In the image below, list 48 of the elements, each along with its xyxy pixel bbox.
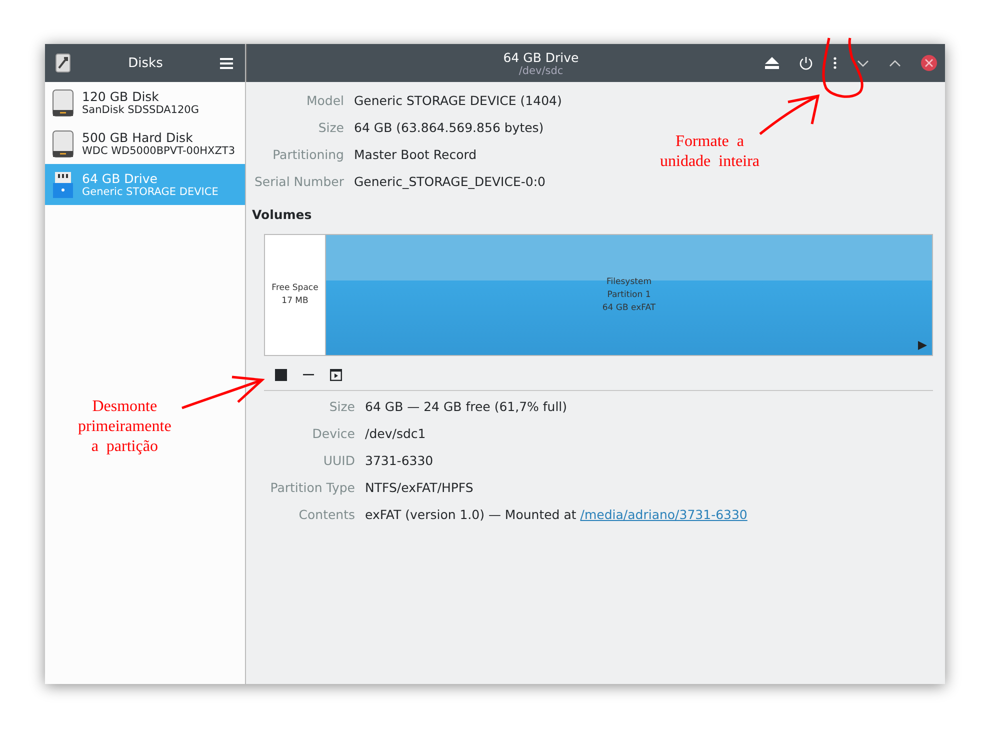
- drive-title: 64 GB Drive: [503, 50, 579, 64]
- field-label: Size: [328, 398, 355, 415]
- drive-path: /dev/sdc: [518, 64, 564, 76]
- free-space-segment[interactable]: Free Space 17 MB: [265, 235, 326, 355]
- maximize-icon[interactable]: [889, 60, 901, 66]
- disk-name: 500 GB Hard Disk: [82, 130, 194, 145]
- annotation-text: Desmonte primeiramente a partição: [78, 397, 172, 457]
- field-value: 64 GB (63.864.569.856 bytes): [354, 119, 544, 136]
- close-icon[interactable]: [921, 55, 937, 71]
- power-icon[interactable]: [799, 56, 813, 70]
- field-value: NTFS/exFAT/HPFS: [365, 479, 474, 496]
- field-label: Contents: [298, 506, 355, 523]
- disk-name: 64 GB Drive: [82, 171, 158, 186]
- field-label: Partition Type: [269, 479, 355, 496]
- field-value: exFAT (version 1.0) — Mounted at /media/adriano/3731-6330: [365, 506, 748, 523]
- field-value: Generic STORAGE DEVICE (1404): [354, 92, 562, 109]
- sidebar-title: Disks: [127, 56, 164, 70]
- disk-utility-icon: [55, 53, 71, 73]
- menu-icon[interactable]: [220, 58, 233, 68]
- minimize-icon[interactable]: [857, 60, 869, 66]
- partition-segment[interactable]: Filesystem Partition 1 64 GB exFAT: [326, 235, 932, 355]
- disk-item[interactable]: 500 GB Hard Disk WDC WD5000BPVT-00HXZT3: [45, 123, 245, 164]
- mount-path-link[interactable]: /media/adriano/3731-6330: [580, 507, 748, 522]
- field-label: Size: [317, 119, 344, 136]
- disk-model: SanDisk SDSSDA120G: [82, 104, 199, 116]
- field-label: Partitioning: [272, 146, 344, 163]
- disk-model: Generic STORAGE DEVICE: [82, 186, 218, 198]
- field-label: Model: [305, 92, 344, 109]
- usb-drive-icon: [52, 170, 74, 198]
- play-icon: [918, 341, 927, 350]
- circle-annotation: [822, 38, 864, 98]
- eject-icon[interactable]: [765, 57, 779, 69]
- field-value: 3731-6330: [365, 452, 434, 469]
- field-label: Device: [311, 425, 355, 442]
- minus-icon[interactable]: [303, 374, 314, 376]
- more-options-icon[interactable]: [833, 57, 837, 69]
- field-value: Master Boot Record: [354, 146, 477, 163]
- field-value: 64 GB — 24 GB free (61,7% full): [365, 398, 568, 415]
- field-label: UUID: [322, 452, 355, 469]
- annotation-text: Formate a unidade inteira: [660, 132, 760, 172]
- field-value: /dev/sdc1: [365, 425, 426, 442]
- field-label: Serial Number: [253, 173, 344, 190]
- volumes-heading: Volumes: [252, 207, 313, 222]
- disk-name: 120 GB Disk: [82, 89, 160, 104]
- disk-model: WDC WD5000BPVT-00HXZT3: [82, 145, 236, 157]
- media-icon[interactable]: [330, 369, 342, 381]
- field-value: Generic_STORAGE_DEVICE-0:0: [354, 173, 546, 190]
- disk-item[interactable]: 120 GB Disk SanDisk SDSSDA120G: [45, 82, 245, 123]
